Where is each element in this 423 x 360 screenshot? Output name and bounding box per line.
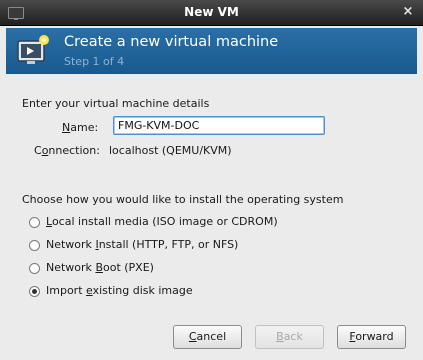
forward-button[interactable]: Forward [337, 325, 406, 349]
close-icon[interactable]: × [401, 5, 415, 19]
wizard-step: Step 1 of 4 [64, 55, 125, 68]
name-label: Name: [62, 121, 99, 134]
install-heading: Choose how you would like to install the… [22, 193, 344, 206]
radio-button-selected[interactable] [29, 286, 40, 297]
wizard-content: Enter your virtual machine details Name:… [6, 78, 417, 356]
name-input[interactable] [113, 116, 325, 135]
radio-label: Network Install (HTTP, FTP, or NFS) [46, 238, 239, 251]
radio-button[interactable] [29, 263, 40, 274]
back-button[interactable]: Back [255, 325, 324, 349]
radio-label: Network Boot (PXE) [46, 261, 154, 274]
connection-value: localhost (QEMU/KVM) [109, 144, 232, 157]
connection-label: Connection: [34, 144, 100, 157]
wizard-title: Create a new virtual machine [64, 34, 279, 50]
radio-button[interactable] [29, 217, 40, 228]
title-bar[interactable]: New VM × [0, 0, 423, 26]
wizard-header: Create a new virtual machine Step 1 of 4 [6, 28, 417, 74]
window-title: New VM [184, 5, 239, 19]
cancel-button[interactable]: Cancel [173, 325, 242, 349]
radio-label: Import existing disk image [46, 284, 193, 297]
new-vm-icon [17, 35, 49, 64]
details-heading: Enter your virtual machine details [22, 97, 210, 110]
radio-button[interactable] [29, 240, 40, 251]
new-vm-window: New VM × Create a new virtual machine St… [0, 0, 423, 360]
radio-label: Local install media (ISO image or CDROM) [46, 215, 278, 228]
